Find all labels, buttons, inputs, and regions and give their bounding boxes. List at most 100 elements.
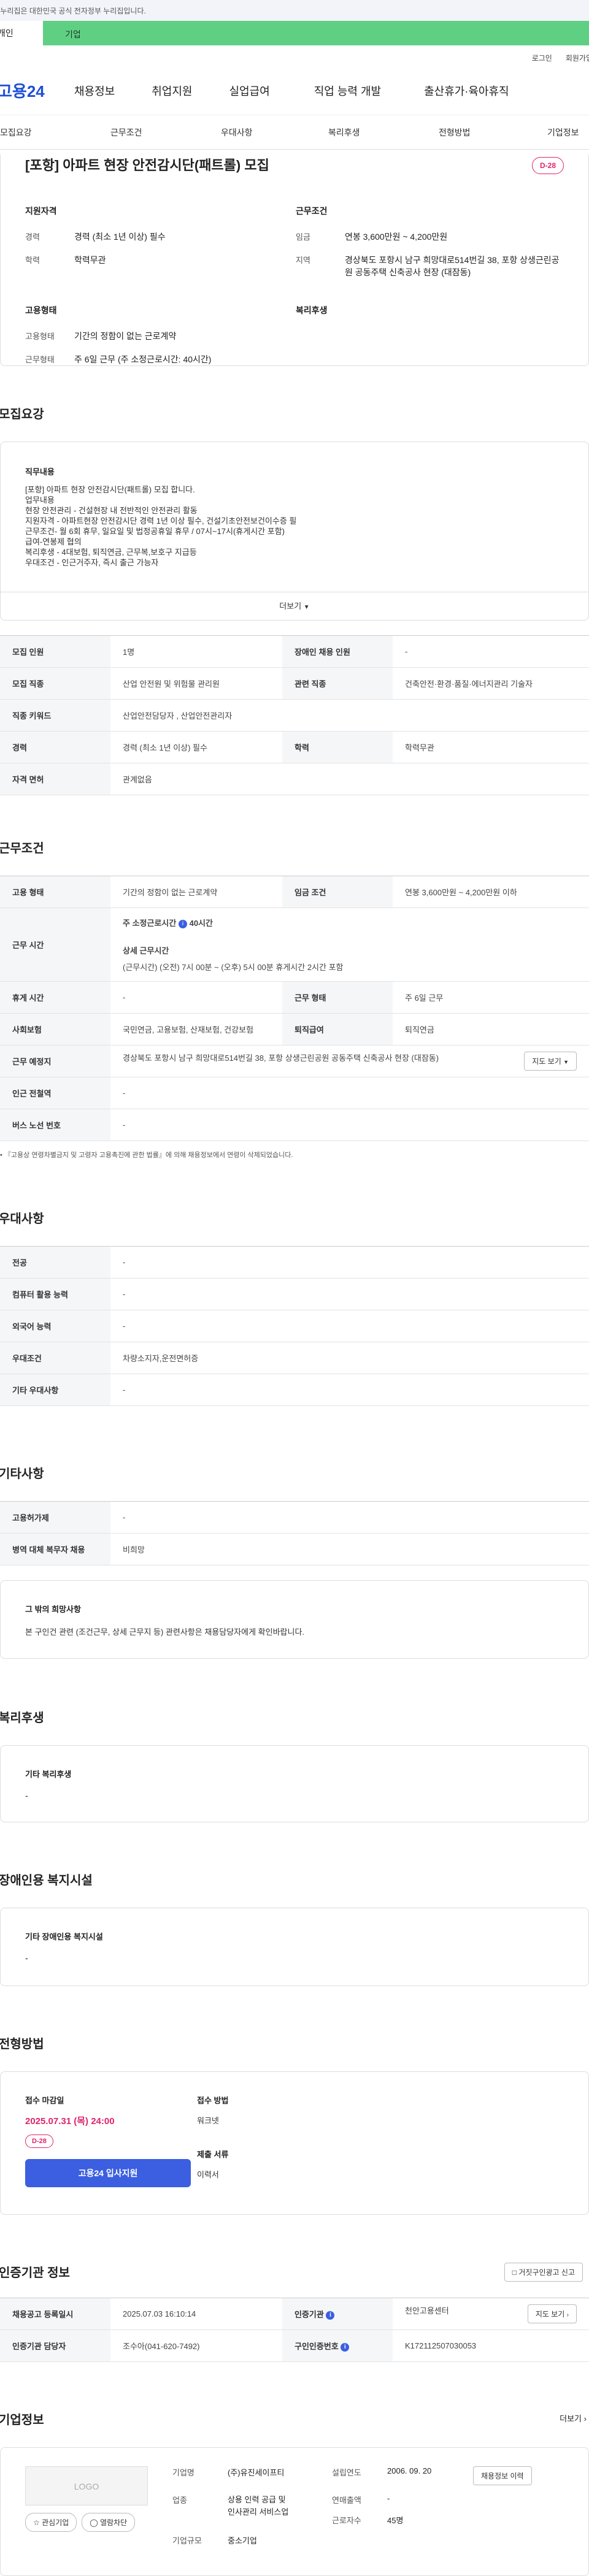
more-button[interactable]: 더보기 ▼ — [1, 592, 588, 620]
company-logo-placeholder: LOGO — [25, 2466, 148, 2505]
signup-link[interactable]: 회원가입 — [566, 53, 589, 66]
docs-label: 제출 서류 — [197, 2150, 229, 2159]
welfare-section: 복리후생 기타 복리후생 - — [0, 1708, 589, 1822]
region-value: 경상북도 포항시 남구 희망대로514번길 38, 포항 상생근린공원 공동주택… — [345, 255, 560, 277]
table-row: 병역 대체 복무자 채용 비희망 — [0, 1533, 589, 1565]
company-name: (주)유진세이프티 — [228, 2468, 285, 2477]
wish-value: 본 구인건 관련 (조건근무, 상세 근무지 등) 관련사항은 채용담당자에게 … — [25, 1627, 305, 1637]
welfare-box-title: 기타 복리후생 — [25, 1770, 72, 1779]
snb-pref[interactable]: 우대사항 — [221, 126, 328, 139]
recruit-heading: 모집요강 — [0, 408, 44, 421]
table-row: 인근 전철역 - — [0, 1077, 589, 1109]
job-desc-line: 지원자격 - 아파트현장 안전감시단 경력 1년 이상 필수, 건설기초안전보건… — [25, 516, 297, 526]
job-desc-text: [포항] 아파트 현장 안전감시단(패트롤) 모집 합니다. 업무내용 현장 안전관… — [25, 484, 564, 568]
work-heading: 근무조건 — [0, 842, 44, 855]
job-desc-box: 직무내용 [포항] 아파트 현장 안전감시단(패트롤) 모집 합니다. 업무내용 현… — [0, 441, 589, 621]
company-more-link[interactable]: 더보기 › — [560, 2412, 587, 2424]
fav-company-button[interactable]: ☆ 관심기업 — [25, 2513, 77, 2532]
job-summary-card: [포항] 아파트 현장 안전감시단(패트롤) 모집 D-28 지원자격 경력 경력… — [0, 155, 589, 366]
snb-welfare[interactable]: 복리후생 — [328, 126, 439, 139]
table-row: 모집 인원 1명 장애인 채용 인원 - — [0, 635, 589, 668]
report-button[interactable]: □ 거짓구인광고 신고 — [504, 2263, 583, 2282]
hire-history-button[interactable]: 채용정보 이력 — [473, 2466, 532, 2485]
job-desc-line: [포항] 아파트 현장 안전감시단(패트롤) 모집 합니다. — [25, 485, 195, 494]
job-desc-line: 근무조건- 월 6회 휴무, 일요일 및 법정공휴일 휴무 / 07시~17시(… — [25, 527, 285, 536]
method-value: 워크넷 — [197, 2116, 219, 2125]
table-row: 경력 경력 (최소 1년 이상) 필수 학력 학력무관 — [0, 731, 589, 763]
company-section: 기업정보 더보기 › LOGO ☆ 관심기업 ◯ 열람차단 기업명 (주)유진세이… — [0, 2410, 589, 2576]
pref-table: 전공 - 컴퓨터 활용 능력 - 외국어 능력 - 우대조건 차량소지자,운전면허증 기… — [0, 1246, 589, 1406]
snb-company[interactable]: 기업정보 — [547, 126, 579, 139]
welfare-box: 기타 복리후생 - — [0, 1745, 589, 1822]
job-desc-title: 직무내용 — [25, 467, 55, 476]
table-row: 전공 - — [0, 1246, 589, 1278]
wage-label: 임금 — [296, 232, 310, 242]
info-icon[interactable]: i — [178, 919, 187, 928]
user-type-tabs: 개인 기업 — [0, 21, 589, 45]
site-logo[interactable]: 고용24 — [0, 79, 74, 102]
qual-title: 지원자격 — [25, 206, 57, 216]
gnb-leave[interactable]: 출산휴가·육아휴직 — [424, 83, 509, 99]
login-link[interactable]: 로그인 — [532, 53, 552, 66]
method-label: 접수 방법 — [197, 2096, 229, 2105]
block-company-button[interactable]: ◯ 열람차단 — [82, 2513, 136, 2532]
agency-section: 인증기관 정보 □ 거짓구인광고 신고 채용공고 등록일시 2025.07.03 … — [0, 2263, 589, 2362]
edu-value: 학력무관 — [74, 255, 106, 265]
gov-banner: 이 누리집은 대한민국 공식 전자정부 누리집입니다. — [0, 0, 589, 21]
info-icon[interactable]: i — [341, 2342, 350, 2352]
week-hours-value: 40시간 — [189, 919, 213, 928]
snb-process[interactable]: 전형방법 — [439, 126, 547, 139]
table-row: 기타 우대사항 - — [0, 1374, 589, 1406]
dday-badge: D-28 — [531, 157, 564, 174]
agency-map-button[interactable]: 지도 보기 › — [527, 2304, 577, 2323]
welfare-title: 복리후생 — [296, 305, 328, 315]
tab-company[interactable]: 기업 — [43, 21, 589, 45]
star-icon: ☆ — [33, 2518, 40, 2527]
gnb-jobs[interactable]: 채용정보 — [74, 83, 115, 99]
hours-label: 근무형태 — [25, 355, 55, 364]
table-row: 사회보험 국민연금, 고용보험, 산재보험, 건강보험 퇴직급여 퇴직연금 — [0, 1013, 589, 1045]
company-box: LOGO ☆ 관심기업 ◯ 열람차단 기업명 (주)유진세이프티 설립연도 2006… — [0, 2447, 589, 2576]
disabled-heading: 장애인용 복지시설 — [0, 1874, 93, 1887]
info-icon[interactable]: i — [326, 2310, 335, 2320]
gnb-training[interactable]: 직업 능력 개발 — [314, 83, 381, 99]
edu-label: 학력 — [25, 256, 40, 265]
table-row: 모집 직종 산업 안전원 및 위험물 관리원 관련 직종 건축안전·환경·품질·에너지… — [0, 667, 589, 700]
etc-section: 기타사항 고용허가제 - 병역 대체 복무자 채용 비희망 그 밖의 희망사항 본 … — [0, 1464, 589, 1659]
deadline-value: 2025.07.31 (목) 24:00 — [25, 2116, 115, 2127]
table-row: 고용허가제 - — [0, 1501, 589, 1534]
job-desc-line: 급여-연봉제 협의 — [25, 537, 82, 546]
block-icon: ◯ — [90, 2518, 98, 2527]
recruit-table: 모집 인원 1명 장애인 채용 인원 - 모집 직종 산업 안전원 및 위험물 관리원 관… — [0, 635, 589, 795]
job-title: [포항] 아파트 현장 안전감시단(패트롤) 모집 — [25, 158, 269, 173]
chevron-down-icon: ▼ — [563, 1059, 569, 1065]
emp-value: 기간의 정함이 없는 근로계약 — [74, 331, 177, 341]
table-row: 컴퓨터 활용 능력 - — [0, 1278, 589, 1310]
wish-box: 그 밖의 희망사항 본 구인건 관련 (조건근무, 상세 근무지 등) 관련사항… — [0, 1580, 589, 1659]
table-row: 인증기관 담당자 조수아(041-620-7492) 구인인증번호 i K172112… — [0, 2329, 589, 2362]
chevron-down-icon: ▼ — [303, 604, 310, 611]
gnb-employment-support[interactable]: 취업지원 — [152, 83, 192, 99]
chevron-right-icon: › — [583, 2414, 587, 2423]
map-button[interactable]: 지도 보기 ▼ — [524, 1052, 577, 1071]
apply-button[interactable]: 고용24 입사지원 — [25, 2159, 191, 2187]
emp-label: 고용형태 — [25, 332, 55, 341]
wish-title: 그 밖의 희망사항 — [25, 1605, 81, 1614]
snb-recruit[interactable]: 모집요강 — [0, 126, 110, 139]
agency-heading: 인증기관 정보 — [0, 2266, 70, 2280]
table-row: 버스 노선 번호 - — [0, 1109, 589, 1141]
table-row: 휴게 시간 - 근무 형태 주 6일 근무 — [0, 981, 589, 1014]
week-hours-label: 주 소정근로시간 — [123, 919, 177, 928]
company-heading: 기업정보 — [0, 2414, 44, 2427]
etc-heading: 기타사항 — [0, 1467, 44, 1481]
gnb-unemployment[interactable]: 실업급여 — [229, 83, 270, 99]
snb-work[interactable]: 근무조건 — [110, 126, 221, 139]
document-icon: □ — [512, 2268, 517, 2277]
wage-value: 연봉 3,600만원 ~ 4,200만원 — [345, 232, 448, 242]
pref-section: 우대사항 전공 - 컴퓨터 활용 능력 - 외국어 능력 - 우대조건 차량소지자,운전… — [0, 1209, 589, 1406]
pref-heading: 우대사항 — [0, 1212, 44, 1226]
tab-personal[interactable]: 개인 — [0, 27, 43, 39]
process-section: 전형방법 접수 마감일 2025.07.31 (목) 24:00 D-28 고용… — [0, 2034, 589, 2215]
process-heading: 전형방법 — [0, 2038, 44, 2051]
table-row: 근무 시간 주 소정근로시간 i 40시간 상세 근무시간 (근무시간) (오전… — [0, 908, 589, 982]
